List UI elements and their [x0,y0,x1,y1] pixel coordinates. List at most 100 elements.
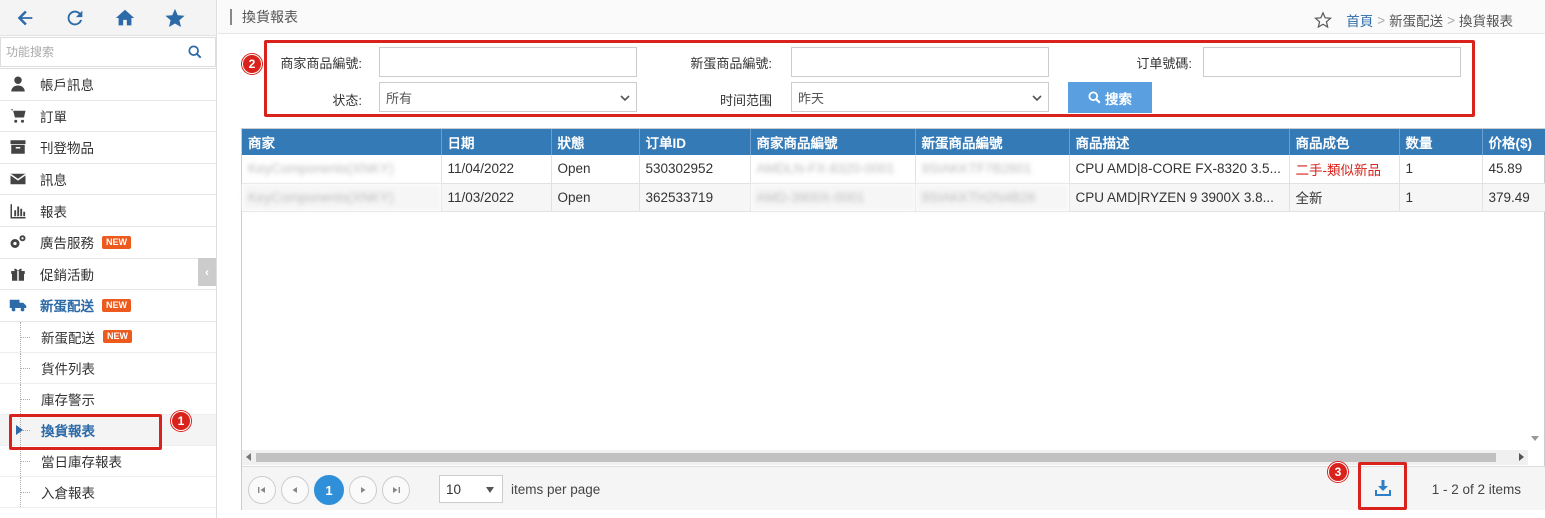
new-badge: NEW [103,330,132,344]
column-header[interactable]: 狀態 [551,129,640,155]
current-indicator-icon [16,424,23,435]
table-row[interactable]: KeyComponents(XNKY) 11/04/2022 Open 5303… [242,155,1545,184]
vertical-scrollbar[interactable] [1527,427,1544,449]
search-button[interactable]: 搜索 [1068,82,1152,113]
cell-date: 11/03/2022 [441,183,552,212]
cell-seller-sku: AMDLN-FX-8320-0001 [750,155,916,184]
status-select[interactable]: 所有 [379,82,637,112]
pager-info: 1 - 2 of 2 items [1431,482,1521,497]
sidebar-subitem-newegg-shipping[interactable]: 新蛋配送 NEW [0,321,216,353]
refresh-icon[interactable] [50,0,100,36]
column-header[interactable]: 新蛋商品編號 [915,129,1070,155]
favorite-star-icon[interactable] [150,0,200,36]
dropdown-arrow-icon [486,487,494,493]
search-button-label: 搜索 [1105,91,1132,107]
order-number-label: 订单號碼: [1136,56,1192,71]
column-header[interactable]: 日期 [441,129,552,155]
sidebar-menu: 帳戶訊息 訂單 刊登物品 訊息 報表 廣告服務 NEW 促銷活動 新蛋配送 NE… [0,69,216,322]
last-page-button[interactable] [382,476,410,504]
prev-page-button[interactable] [281,476,309,504]
first-page-icon [258,487,265,493]
breadcrumb: 首頁 > 新蛋配送 > 換貨報表 [1314,10,1513,30]
sidebar-subitem-label: 換貨報表 [41,423,95,439]
column-header[interactable]: 商品描述 [1069,129,1290,155]
column-header[interactable]: 商家 [242,129,442,155]
table-header-row: 商家 日期 狀態 订单ID 商家商品編號 新蛋商品編號 商品描述 商品成色 数量… [242,129,1545,155]
breadcrumb-level1[interactable]: 新蛋配送 [1389,10,1443,30]
truck-icon [8,295,28,315]
order-number-input[interactable] [1203,47,1461,77]
envelope-icon [8,169,28,189]
sidebar-item-listings[interactable]: 刊登物品 [0,132,216,164]
user-icon [8,74,28,94]
export-download-button[interactable] [1370,475,1396,501]
time-range-select[interactable]: 昨天 [791,82,1049,112]
sidebar-item-reports[interactable]: 報表 [0,195,216,227]
sidebar-subitem-daily-inventory[interactable]: 當日庫存報表 [0,445,216,477]
cell-order-id: 530302952 [639,155,751,184]
cell-condition: 二手-類似新品 [1289,155,1400,184]
per-page-label: items per page [511,482,601,497]
sidebar-item-promotions[interactable]: 促銷活動 [0,259,216,291]
chevron-down-icon [1032,95,1042,102]
seller-sku-input[interactable] [379,47,637,77]
column-header[interactable]: 价格($) [1482,129,1545,155]
cell-price: 379.49 [1482,183,1545,212]
cell-order-id: 362533719 [639,183,751,212]
function-search-input[interactable] [0,37,216,67]
sidebar-item-account[interactable]: 帳戶訊息 [0,69,216,101]
column-header[interactable]: 商家商品編號 [750,129,916,155]
home-icon[interactable] [100,0,150,36]
first-page-button[interactable] [248,476,276,504]
scroll-left-icon[interactable] [246,453,251,461]
sidebar-item-ads[interactable]: 廣告服務 NEW [0,227,216,259]
sidebar-subitem-shipment-list[interactable]: 貨件列表 [0,352,216,384]
page-button-current[interactable]: 1 [314,475,344,505]
back-icon[interactable] [0,0,50,36]
bookmark-star-icon[interactable] [1314,11,1333,29]
scroll-down-icon[interactable] [1531,436,1539,441]
newegg-item-label: 新蛋商品編號: [690,56,772,71]
breadcrumb-separator: > [1447,12,1455,28]
cell-description: CPU AMD|8-CORE FX-8320 3.5... [1069,155,1290,184]
download-icon [1375,480,1391,496]
new-badge: NEW [102,235,131,249]
cart-icon [8,106,28,126]
filter-panel: 商家商品編號: 新蛋商品編號: 订单號碼: 状态: 所有 时间范围 昨天 搜索 [218,35,1545,121]
cell-seller: KeyComponents(XNKY) [242,183,442,212]
table-row[interactable]: KeyComponents(XNKY) 11/03/2022 Open 3625… [242,183,1545,212]
cell-condition: 全新 [1289,183,1400,212]
collapse-sidebar-icon[interactable]: ‹ [198,258,216,286]
search-icon[interactable] [188,45,202,59]
column-header[interactable]: 数量 [1399,129,1483,155]
archive-icon [8,137,28,157]
page-header: 換貨報表 首頁 > 新蛋配送 > 換貨報表 [218,0,1545,34]
sidebar-toolbar [0,0,216,36]
time-range-label: 时间范围 [719,93,772,108]
sidebar-subitem-inventory-alert[interactable]: 庫存警示 [0,383,216,415]
scroll-right-icon[interactable] [1519,453,1524,461]
page-size-select[interactable]: 10 [439,475,503,503]
search-icon [1088,91,1101,104]
column-header[interactable]: 订单ID [639,129,751,155]
newegg-item-input[interactable] [791,47,1049,77]
annotation-marker-2: 2 [242,54,262,74]
gears-icon [8,232,28,252]
sidebar-subitem-label: 貨件列表 [41,361,95,377]
sidebar-item-messages[interactable]: 訊息 [0,164,216,196]
sidebar-item-orders[interactable]: 訂單 [0,101,216,133]
sidebar-subitem-label: 入倉報表 [41,485,95,501]
cell-status: Open [551,183,640,212]
column-header[interactable]: 商品成色 [1289,129,1400,155]
gift-icon [8,264,28,284]
sidebar-item-newegg-shipping[interactable]: 新蛋配送 NEW [0,290,216,322]
sidebar-subitem-inbound-report[interactable]: 入倉報表 [0,476,216,508]
cell-newegg-item: 9SIAKKTH2N4B26 [915,183,1070,212]
breadcrumb-home[interactable]: 首頁 [1346,10,1373,30]
breadcrumb-level2: 換貨報表 [1459,14,1513,29]
sidebar-item-label: 帳戶訊息 [40,78,94,94]
next-page-button[interactable] [349,476,377,504]
last-page-icon [393,487,400,493]
sidebar-item-label: 訊息 [40,173,67,189]
scrollbar-thumb[interactable] [256,453,1496,462]
